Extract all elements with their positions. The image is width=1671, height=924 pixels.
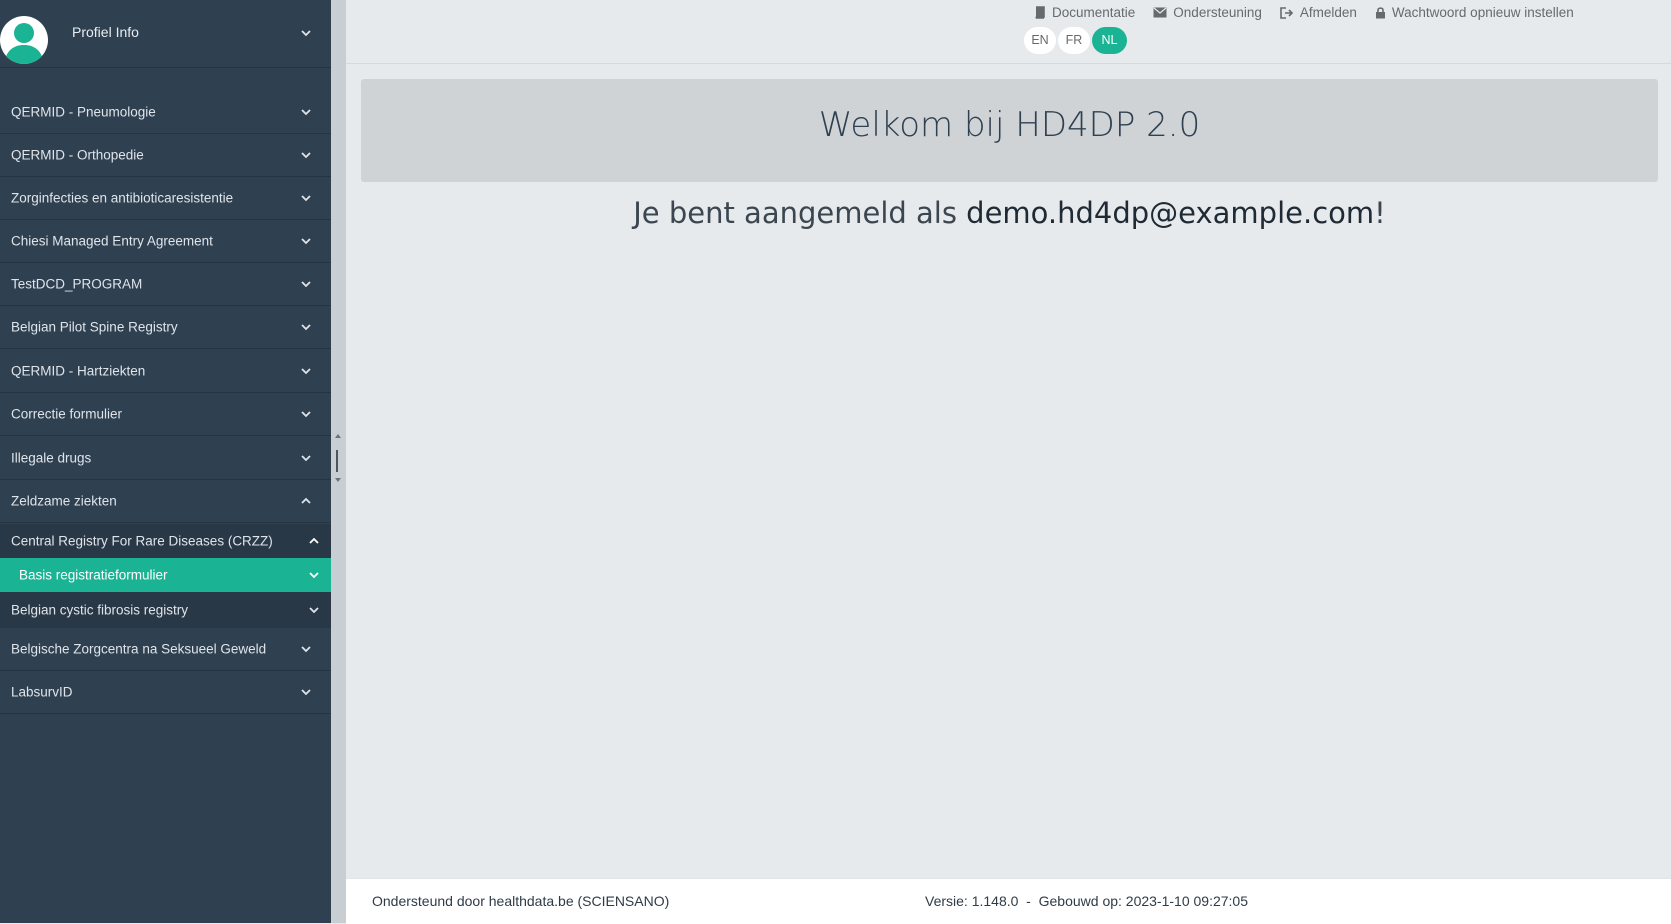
top-links: Documentatie Ondersteuning Afmelden Wach… (1034, 5, 1574, 20)
logout-link[interactable]: Afmelden (1280, 5, 1357, 20)
logged-in-message: Je bent aangemeld als demo.hd4dp@example… (361, 196, 1658, 230)
sidebar: Profiel Info QERMID - Pneumologie QERMID… (0, 0, 331, 923)
top-bar: Documentatie Ondersteuning Afmelden Wach… (346, 0, 1671, 64)
language-fr-button[interactable]: FR (1058, 27, 1090, 54)
sidebar-item-qermid-pneumologie[interactable]: QERMID - Pneumologie (0, 91, 331, 134)
sidebar-item-label: Zeldzame ziekten (11, 493, 117, 509)
chevron-down-icon (299, 320, 313, 334)
footer: Ondersteund door healthdata.be (SCIENSAN… (346, 878, 1671, 924)
expand-right-arrow-icon[interactable] (335, 478, 341, 482)
sidebar-item-label: Zorginfecties en antibioticaresistentie (11, 190, 234, 206)
logged-in-suffix: ! (1374, 196, 1386, 230)
profile-info-label: Profiel Info (72, 24, 139, 40)
envelope-icon (1153, 7, 1167, 18)
chevron-down-icon (299, 451, 313, 465)
drag-grip-icon[interactable] (336, 450, 338, 472)
sidebar-item-label: LabsurvID (11, 684, 73, 700)
sidebar-item-label: Belgische Zorgcentra na Seksueel Geweld (11, 641, 267, 657)
sidebar-item-label: Illegale drugs (11, 450, 92, 466)
chevron-down-icon (299, 277, 313, 291)
user-silhouette-icon (4, 23, 44, 64)
sidebar-item-labsurvid[interactable]: LabsurvID (0, 671, 331, 714)
sidebar-subitem-crzz[interactable]: Central Registry For Rare Diseases (CRZZ… (0, 524, 331, 558)
reset-password-label: Wachtwoord opnieuw instellen (1391, 5, 1574, 20)
logged-in-email: demo.hd4dp@example.com (966, 196, 1375, 230)
sidebar-item-belgian-pilot-spine-registry[interactable]: Belgian Pilot Spine Registry (0, 306, 331, 349)
chevron-down-icon (299, 148, 313, 162)
sidebar-item-zeldzame-ziekten[interactable]: Zeldzame ziekten (0, 480, 331, 523)
avatar (0, 16, 48, 64)
sidebar-subitem-label: Basis registratieformulier (19, 567, 168, 583)
sidebar-subitem-label: Central Registry For Rare Diseases (CRZZ… (11, 533, 273, 549)
sign-out-icon (1280, 6, 1293, 19)
sidebar-item-label: TestDCD_PROGRAM (11, 276, 143, 292)
sidebar-item-belgische-zorgcentra[interactable]: Belgische Zorgcentra na Seksueel Geweld (0, 628, 331, 671)
sidebar-subitem-basis-registratieformulier[interactable]: Basis registratieformulier (0, 558, 331, 592)
support-link[interactable]: Ondersteuning (1153, 5, 1262, 20)
documentation-link[interactable]: Documentatie (1034, 5, 1135, 20)
chevron-down-icon (299, 407, 313, 421)
chevron-down-icon (299, 364, 313, 378)
support-label: Ondersteuning (1173, 5, 1262, 20)
chevron-down-icon[interactable] (299, 26, 313, 40)
sidebar-item-correctie-formulier[interactable]: Correctie formulier (0, 393, 331, 436)
sidebar-subitem-cystic-fibrosis[interactable]: Belgian cystic fibrosis registry (0, 592, 331, 628)
language-en-button[interactable]: EN (1024, 27, 1056, 54)
sidebar-subitem-label: Belgian cystic fibrosis registry (11, 602, 189, 618)
chevron-down-icon (299, 234, 313, 248)
sidebar-item-illegale-drugs[interactable]: Illegale drugs (0, 437, 331, 480)
logged-in-prefix: Je bent aangemeld als (633, 196, 967, 230)
footer-version: Versie: 1.148.0 - Gebouwd op: 2023-1-10 … (925, 893, 1249, 909)
sidebar-item-chiesi[interactable]: Chiesi Managed Entry Agreement (0, 220, 331, 263)
language-switcher: EN FR NL (1024, 27, 1127, 54)
sidebar-item-label: Belgian Pilot Spine Registry (11, 319, 178, 335)
sidebar-item-label: QERMID - Pneumologie (11, 104, 156, 120)
language-nl-button[interactable]: NL (1092, 27, 1127, 54)
logout-label: Afmelden (1299, 5, 1357, 20)
chevron-down-icon (299, 685, 313, 699)
chevron-down-icon (299, 105, 313, 119)
lock-icon (1375, 7, 1385, 19)
reset-password-link[interactable]: Wachtwoord opnieuw instellen (1375, 5, 1574, 20)
chevron-down-icon (299, 191, 313, 205)
sidebar-item-label: Chiesi Managed Entry Agreement (11, 233, 213, 249)
profile-header[interactable]: Profiel Info (0, 0, 331, 68)
sidebar-item-qermid-orthopedie[interactable]: QERMID - Orthopedie (0, 134, 331, 177)
chevron-down-icon (307, 568, 321, 582)
sidebar-item-label: QERMID - Hartziekten (11, 363, 146, 379)
sidebar-item-label: Correctie formulier (11, 406, 123, 422)
sidebar-item-testdcd-program[interactable]: TestDCD_PROGRAM (0, 263, 331, 306)
chevron-up-icon (299, 494, 313, 508)
sidebar-item-qermid-hartziekten[interactable]: QERMID - Hartziekten (0, 350, 331, 393)
welcome-banner: Welkom bij HD4DP 2.0 (361, 79, 1658, 182)
sidebar-item-zorginfecties[interactable]: Zorginfecties en antibioticaresistentie (0, 177, 331, 220)
chevron-down-icon (307, 603, 321, 617)
sidebar-item-label: QERMID - Orthopedie (11, 147, 144, 163)
documentation-label: Documentatie (1052, 5, 1136, 20)
book-icon (1035, 6, 1045, 19)
footer-supported-by: Ondersteund door healthdata.be (SCIENSAN… (372, 893, 670, 909)
chevron-down-icon (299, 642, 313, 656)
sidebar-resize-handle[interactable] (331, 0, 346, 923)
collapse-left-arrow-icon[interactable] (335, 434, 341, 438)
page-title: Welkom bij HD4DP 2.0 (818, 105, 1201, 145)
chevron-up-icon (307, 534, 321, 548)
